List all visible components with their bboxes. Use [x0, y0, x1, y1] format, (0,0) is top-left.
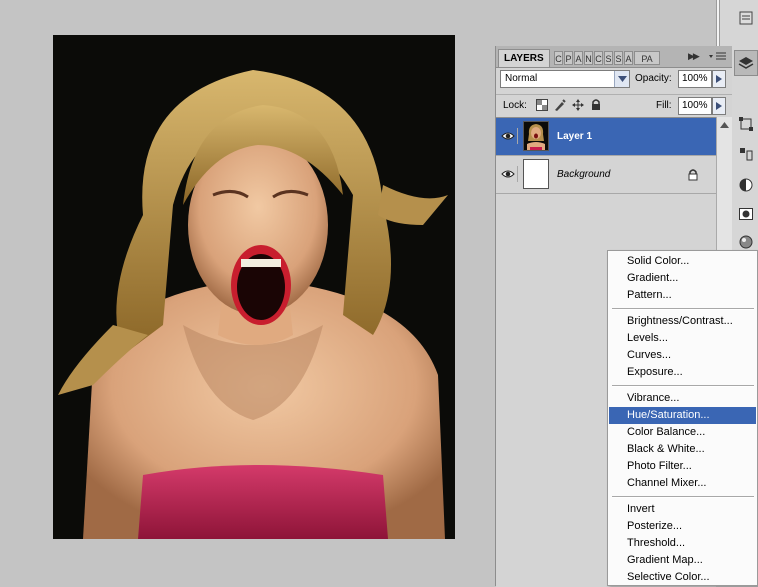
layer-thumbnail [523, 121, 549, 151]
photo-illustration [53, 35, 455, 539]
tab-paragraph[interactable]: PA [634, 51, 660, 65]
layer-name[interactable]: Layer 1 [557, 131, 592, 142]
layer-name[interactable]: Background [557, 169, 610, 180]
menu-item-invert[interactable]: Invert [609, 501, 756, 518]
menu-item-gradient[interactable]: Gradient... [609, 270, 756, 287]
menu-separator [612, 308, 754, 310]
fill-flyout-icon[interactable] [712, 97, 726, 115]
tab-styles[interactable]: S [614, 51, 623, 65]
menu-item-color-balance[interactable]: Color Balance... [609, 424, 756, 441]
collapse-icon[interactable]: ▶▶ [688, 51, 700, 62]
menu-item-brightness-contrast[interactable]: Brightness/Contrast... [609, 313, 756, 330]
lock-position-icon[interactable] [572, 99, 584, 111]
lock-transparency-icon[interactable] [536, 99, 548, 111]
lock-icon[interactable] [590, 99, 602, 111]
scroll-up-icon[interactable] [717, 117, 732, 132]
opacity-label: Opacity: [635, 73, 672, 84]
fill-input[interactable]: 100% [678, 97, 712, 115]
mask-icon[interactable] [736, 204, 756, 224]
lock-row: Lock: Fill: 100% [496, 94, 732, 117]
layer-thumbnail [523, 159, 549, 189]
opacity-input[interactable]: 100% [678, 70, 712, 88]
tab-navigator[interactable]: N [584, 51, 593, 65]
eye-icon[interactable] [499, 166, 518, 182]
tab-channels[interactable]: C [554, 51, 563, 65]
history-icon[interactable] [736, 8, 756, 28]
menu-item-exposure[interactable]: Exposure... [609, 364, 756, 381]
chevron-down-icon[interactable] [614, 71, 629, 87]
lock-icon [688, 169, 698, 184]
tab-adjustments[interactable]: A [624, 51, 633, 65]
menu-separator [612, 496, 754, 498]
menu-item-selective-color[interactable]: Selective Color... [609, 569, 756, 586]
styles-icon[interactable] [736, 232, 756, 252]
panel-tab-bar: LAYERS C P A N C S S A PA ▶▶ [496, 46, 732, 68]
menu-item-hue-saturation[interactable]: Hue/Saturation... [609, 407, 756, 424]
canvas-image[interactable] [53, 35, 455, 539]
menu-item-solid-color[interactable]: Solid Color... [609, 253, 756, 270]
tab-layers[interactable]: LAYERS [498, 49, 550, 67]
menu-item-channel-mixer[interactable]: Channel Mixer... [609, 475, 756, 492]
fill-label: Fill: [656, 100, 672, 111]
layer-row-background[interactable]: Background [496, 156, 716, 194]
opacity-flyout-icon[interactable] [712, 70, 726, 88]
lock-label: Lock: [503, 100, 527, 111]
lock-pixels-icon[interactable] [554, 99, 566, 111]
tab-actions[interactable]: A [574, 51, 583, 65]
eye-icon[interactable] [499, 128, 518, 144]
menu-item-photo-filter[interactable]: Photo Filter... [609, 458, 756, 475]
blend-mode-select[interactable]: Normal [500, 70, 630, 88]
panel-menu-icon[interactable] [708, 51, 728, 64]
menu-item-vibrance[interactable]: Vibrance... [609, 390, 756, 407]
tab-swatches[interactable]: S [604, 51, 613, 65]
menu-item-pattern[interactable]: Pattern... [609, 287, 756, 304]
blend-mode-value: Normal [505, 73, 538, 84]
menu-item-gradient-map[interactable]: Gradient Map... [609, 552, 756, 569]
menu-item-levels[interactable]: Levels... [609, 330, 756, 347]
menu-item-posterize[interactable]: Posterize... [609, 518, 756, 535]
tab-paths[interactable]: P [564, 51, 573, 65]
tab-color[interactable]: C [594, 51, 603, 65]
menu-item-curves[interactable]: Curves... [609, 347, 756, 364]
menu-item-threshold[interactable]: Threshold... [609, 535, 756, 552]
adjustment-icon[interactable] [736, 175, 756, 195]
adjustment-layer-menu: Solid Color... Gradient... Pattern... Br… [607, 250, 758, 586]
layers-icon[interactable] [734, 50, 758, 76]
blend-row: Normal Opacity: 100% [496, 70, 732, 92]
menu-separator [612, 385, 754, 387]
channels-icon[interactable] [736, 144, 756, 164]
layer-row-layer-1[interactable]: Layer 1 [496, 118, 716, 156]
transform-icon[interactable] [736, 114, 756, 134]
menu-item-black-white[interactable]: Black & White... [609, 441, 756, 458]
